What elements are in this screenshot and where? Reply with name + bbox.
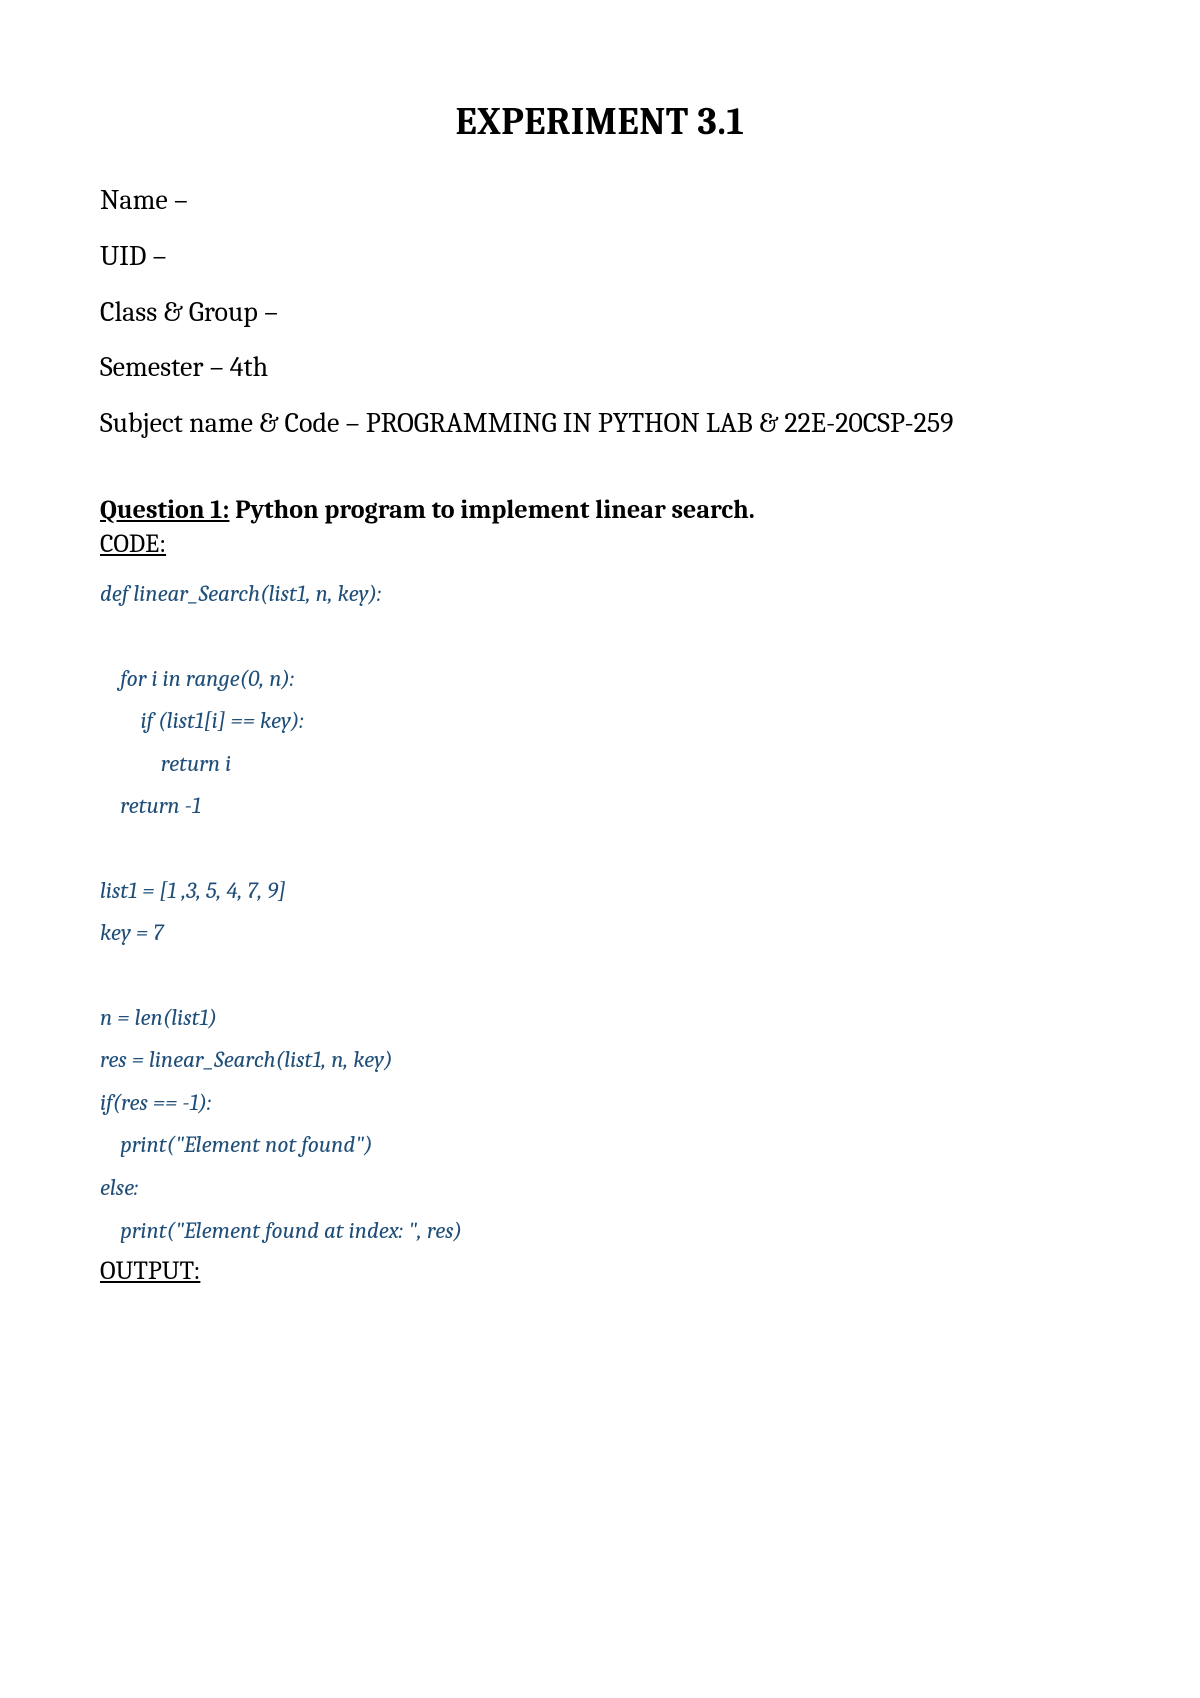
code-line: return i — [100, 743, 1100, 786]
output-label: OUTPUT: — [100, 1256, 1100, 1286]
subject-field: Subject name & Code – PROGRAMMING IN PYT… — [100, 405, 1100, 443]
question-label: Question 1: — [100, 495, 229, 525]
code-line: key = 7 — [100, 912, 1100, 955]
code-block: def linear_Search(list1, n, key): for i … — [100, 573, 1100, 1252]
code-line: list1 = [1 ,3, 5, 4, 7, 9] — [100, 870, 1100, 913]
code-line: n = len(list1) — [100, 997, 1100, 1040]
question-text: Python program to implement linear searc… — [229, 495, 754, 525]
code-line: print("Element not found") — [100, 1124, 1100, 1167]
code-line: def linear_Search(list1, n, key): — [100, 573, 1100, 616]
semester-field: Semester – 4th — [100, 349, 1100, 387]
document-title: EXPERIMENT 3.1 — [100, 100, 1100, 144]
code-line: print("Element found at index: ", res) — [100, 1210, 1100, 1253]
code-blank-line — [100, 955, 1100, 997]
uid-field: UID – — [100, 238, 1100, 276]
code-line: else: — [100, 1167, 1100, 1210]
name-field: Name – — [100, 182, 1100, 220]
code-line: return -1 — [100, 785, 1100, 828]
code-line: if (list1[i] == key): — [100, 700, 1100, 743]
code-line: res = linear_Search(list1, n, key) — [100, 1039, 1100, 1082]
code-blank-line — [100, 616, 1100, 658]
question-section: Question 1: Python program to implement … — [100, 495, 1100, 1286]
question-heading: Question 1: Python program to implement … — [100, 495, 1100, 525]
code-label: CODE: — [100, 529, 1100, 559]
code-line: for i in range(0, n): — [100, 658, 1100, 701]
code-line: if(res == -1): — [100, 1082, 1100, 1125]
class-group-field: Class & Group – — [100, 294, 1100, 332]
code-blank-line — [100, 828, 1100, 870]
